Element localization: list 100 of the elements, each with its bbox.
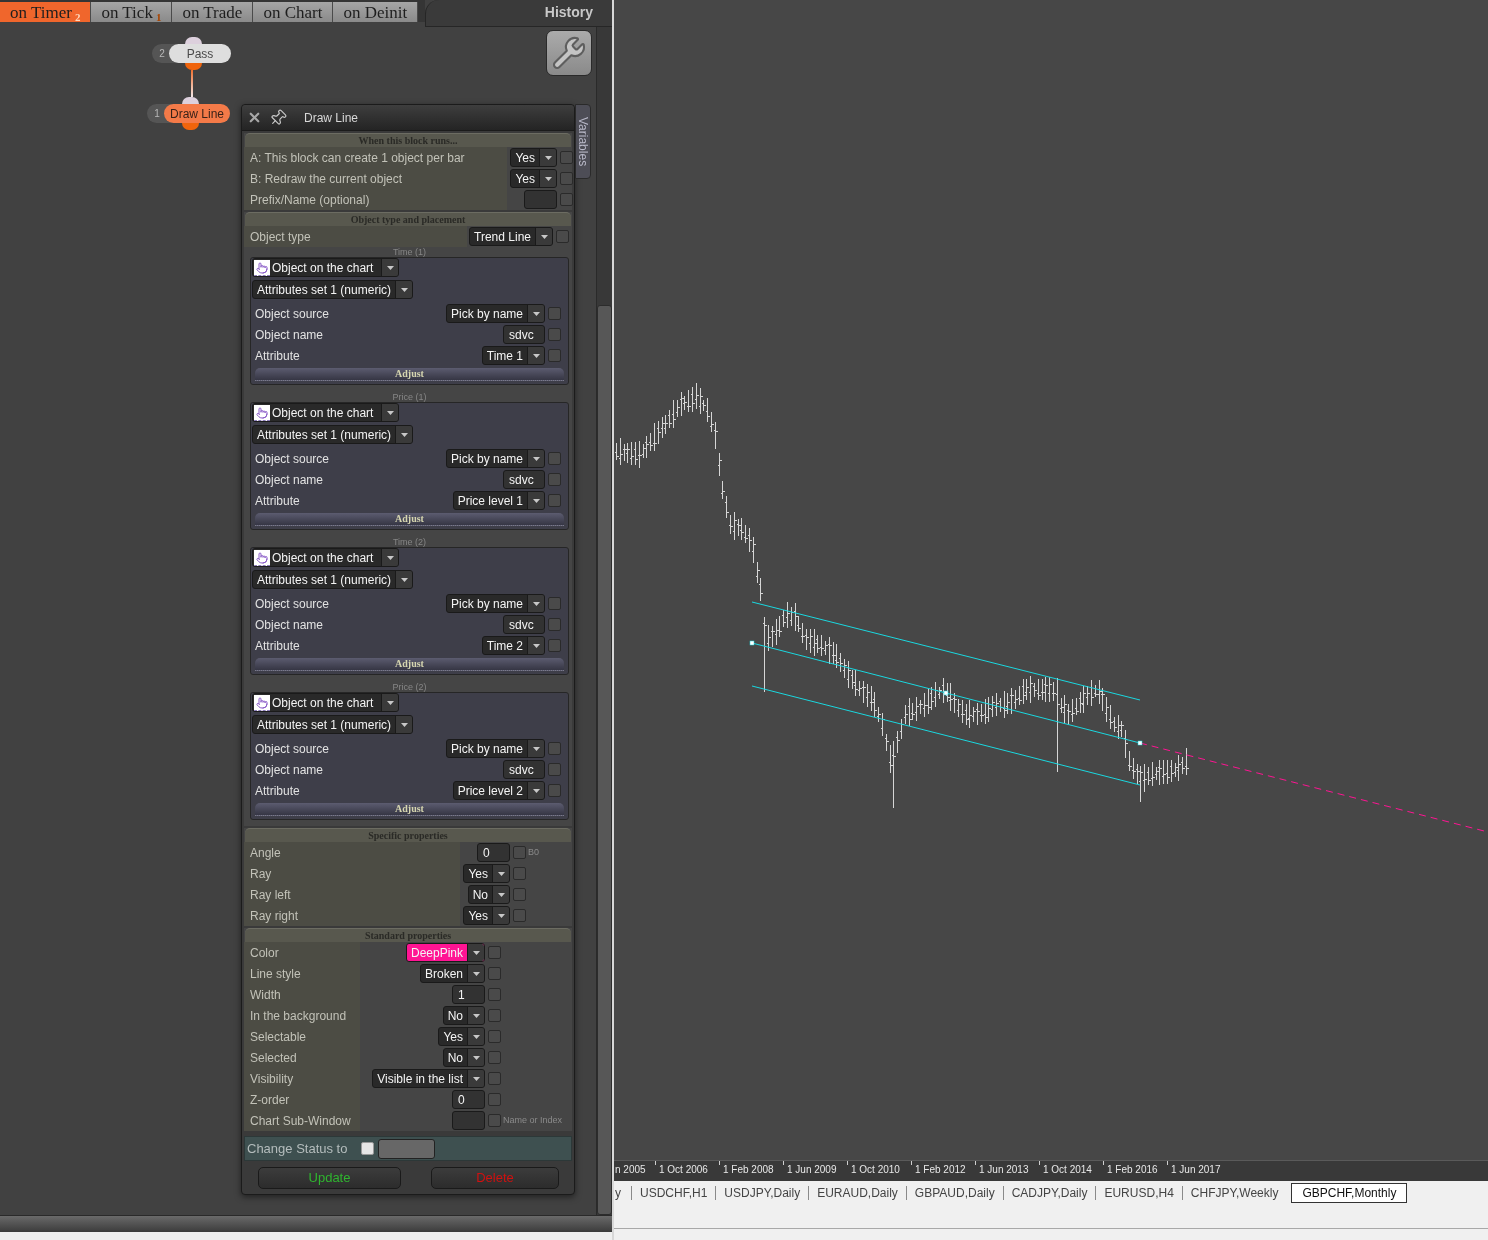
settings-button[interactable] <box>546 30 592 76</box>
checkbox[interactable] <box>560 151 573 164</box>
dropdown[interactable]: Object on the chart <box>252 258 400 277</box>
dropdown[interactable]: Yes <box>463 906 510 925</box>
checkbox[interactable] <box>548 473 561 486</box>
dropdown[interactable]: Yes <box>438 1027 485 1046</box>
text-field[interactable]: 0 <box>477 843 510 862</box>
dropdown[interactable]: Attributes set 1 (numeric) <box>252 425 414 444</box>
close-icon[interactable] <box>247 110 262 125</box>
event-tab[interactable]: on Chart <box>253 2 334 22</box>
symbol-tab[interactable]: EURUSD,H4 <box>1096 1183 1182 1203</box>
checkbox[interactable] <box>488 1093 501 1106</box>
checkbox[interactable] <box>488 1072 501 1085</box>
dropdown[interactable]: Visible in the list <box>372 1069 485 1088</box>
text-field[interactable]: 1 <box>452 985 485 1004</box>
dropdown[interactable]: No <box>467 885 510 904</box>
dropdown[interactable]: Object on the chart <box>252 693 400 712</box>
symbol-tab[interactable]: y <box>614 1183 631 1203</box>
dropdown[interactable]: Trend Line <box>469 227 553 246</box>
checkbox[interactable] <box>488 946 501 959</box>
symbol-tab[interactable]: USDCHF,H1 <box>632 1183 716 1203</box>
checkbox[interactable] <box>548 597 561 610</box>
symbol-tab[interactable]: EURAUD,Daily <box>809 1183 906 1203</box>
update-button[interactable]: Update <box>258 1167 401 1189</box>
adjust-button[interactable]: Adjust <box>255 368 564 381</box>
dropdown[interactable]: Yes <box>510 148 557 167</box>
dropdown[interactable]: Yes <box>463 864 510 883</box>
vertical-scrollbar[interactable] <box>596 27 612 1215</box>
anchor-handle[interactable] <box>1137 740 1143 746</box>
checkbox[interactable] <box>488 988 501 1001</box>
flow-node[interactable]: 2 Pass <box>152 44 231 63</box>
dropdown[interactable]: Pick by name <box>445 739 545 758</box>
dropdown[interactable]: Price level 2 <box>452 781 545 800</box>
dropdown[interactable]: Object on the chart <box>252 548 400 567</box>
history-tab[interactable]: History <box>425 0 612 27</box>
text-field[interactable]: sdvc <box>503 470 545 489</box>
dropdown[interactable]: Attributes set 1 (numeric) <box>252 280 414 299</box>
dropdown[interactable]: Time 1 <box>481 346 545 365</box>
checkbox[interactable] <box>548 784 561 797</box>
checkbox[interactable] <box>513 909 526 922</box>
checkbox[interactable] <box>488 1009 501 1022</box>
dropdown[interactable]: Pick by name <box>445 449 545 468</box>
dropdown[interactable]: No <box>442 1006 485 1025</box>
text-field[interactable]: sdvc <box>503 325 545 344</box>
dropdown[interactable]: Broken <box>419 964 485 983</box>
checkbox[interactable] <box>513 846 526 859</box>
checkbox[interactable] <box>488 967 501 980</box>
text-field[interactable]: sdvc <box>503 615 545 634</box>
text-field[interactable]: sdvc <box>503 760 545 779</box>
checkbox[interactable] <box>548 494 561 507</box>
event-tab[interactable]: on Deinit <box>333 2 419 22</box>
variables-tab[interactable]: Variables <box>575 104 591 179</box>
dropdown[interactable]: Price level 1 <box>452 491 545 510</box>
dropdown[interactable]: No <box>442 1048 485 1067</box>
text-field[interactable] <box>524 190 557 209</box>
event-tab[interactable]: on Trade <box>172 2 254 22</box>
adjust-button[interactable]: Adjust <box>255 803 564 816</box>
output-port-icon[interactable] <box>185 63 202 70</box>
dropdown[interactable]: Attributes set 1 (numeric) <box>252 715 414 734</box>
checkbox[interactable] <box>556 230 569 243</box>
dropdown[interactable]: Pick by name <box>445 304 545 323</box>
checkbox[interactable] <box>548 452 561 465</box>
symbol-tab[interactable]: CHFJPY,Weekly <box>1182 1183 1287 1203</box>
dropdown[interactable]: Object on the chart <box>252 403 400 422</box>
checkbox[interactable] <box>548 639 561 652</box>
flow-node[interactable]: 1 Draw Line <box>147 104 231 123</box>
symbol-tab[interactable]: GBPCHF,Monthly <box>1291 1183 1408 1203</box>
anchor-handle[interactable] <box>943 690 949 696</box>
adjust-button[interactable]: Adjust <box>255 513 564 526</box>
checkbox[interactable] <box>548 349 561 362</box>
checkbox[interactable] <box>548 618 561 631</box>
adjust-button[interactable]: Adjust <box>255 658 564 671</box>
checkbox[interactable] <box>548 328 561 341</box>
checkbox[interactable] <box>513 888 526 901</box>
dropdown[interactable]: Time 2 <box>481 636 545 655</box>
checkbox[interactable] <box>548 763 561 776</box>
status-field[interactable] <box>378 1138 436 1159</box>
symbol-tab[interactable]: USDJPY,Daily <box>716 1183 809 1203</box>
dropdown[interactable]: Pick by name <box>445 594 545 613</box>
horizontal-scrollbar[interactable] <box>0 1215 612 1232</box>
dropdown[interactable]: Yes <box>510 169 557 188</box>
checkbox[interactable] <box>560 193 573 206</box>
dropdown[interactable]: Attributes set 1 (numeric) <box>252 570 414 589</box>
input-port-icon[interactable] <box>182 97 199 104</box>
checkbox[interactable] <box>488 1030 501 1043</box>
anchor-handle[interactable] <box>749 640 755 646</box>
checkbox[interactable] <box>560 172 573 185</box>
checkbox[interactable] <box>361 1142 375 1155</box>
checkbox[interactable] <box>548 307 561 320</box>
checkbox[interactable] <box>488 1114 501 1127</box>
symbol-tab[interactable]: CADJPY,Daily <box>1003 1183 1096 1203</box>
symbol-tab[interactable]: GBPAUD,Daily <box>906 1183 1003 1203</box>
input-port-icon[interactable] <box>185 37 202 44</box>
scrollbar-thumb[interactable] <box>597 305 612 1215</box>
checkbox[interactable] <box>548 742 561 755</box>
output-port-icon[interactable] <box>182 123 199 130</box>
checkbox[interactable] <box>513 867 526 880</box>
text-field[interactable] <box>452 1111 485 1130</box>
checkbox[interactable] <box>488 1051 501 1064</box>
text-field[interactable]: 0 <box>452 1090 485 1109</box>
